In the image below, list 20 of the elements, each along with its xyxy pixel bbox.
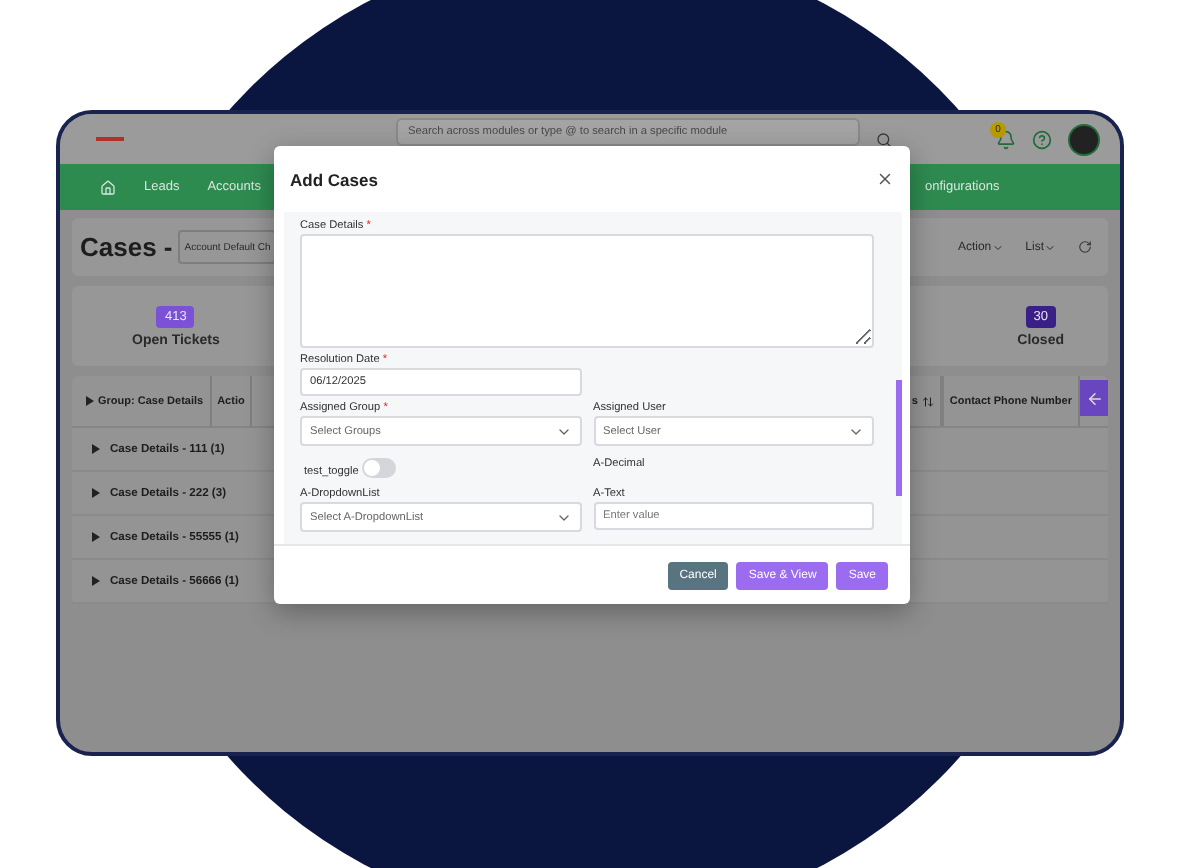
- dialog-title: Add Cases: [290, 169, 378, 189]
- expand-arrow-icon[interactable]: [92, 576, 100, 586]
- expand-arrow-icon[interactable]: [92, 488, 100, 498]
- avatar[interactable]: [1068, 123, 1100, 155]
- chevron-down-icon: [1044, 241, 1056, 253]
- page-title: Cases -: [80, 232, 173, 262]
- expand-arrow-icon[interactable]: [86, 396, 94, 406]
- home-icon[interactable]: [100, 179, 116, 195]
- chevron-down-icon: [991, 241, 1004, 253]
- scrollbar-thumb[interactable]: [896, 380, 902, 496]
- sort-icon[interactable]: [921, 395, 934, 407]
- toggle-switch[interactable]: [362, 458, 397, 478]
- collapse-tab[interactable]: [1080, 380, 1108, 416]
- logo-icon: [96, 136, 124, 142]
- arrow-left-icon: [1085, 389, 1103, 407]
- expand-arrow-icon[interactable]: [92, 444, 100, 454]
- close-button[interactable]: [876, 170, 894, 188]
- refresh-icon[interactable]: [1078, 240, 1092, 254]
- search-icon[interactable]: [876, 131, 892, 147]
- expand-arrow-icon[interactable]: [92, 532, 100, 542]
